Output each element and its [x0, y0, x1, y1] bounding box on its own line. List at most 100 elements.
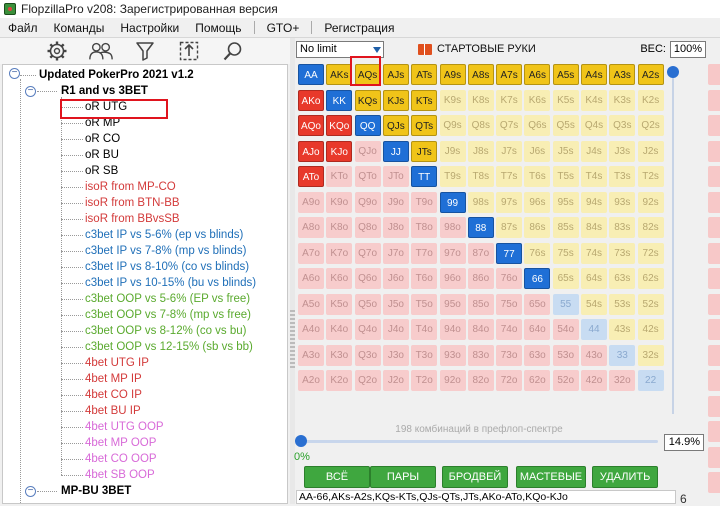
hand-cell-t3o[interactable]: T3o: [411, 344, 438, 366]
hand-cell-43o[interactable]: 43o: [581, 344, 607, 366]
hand-cell-j6o[interactable]: J6o: [382, 268, 409, 289]
tree-item[interactable]: 4bet CO OOP: [85, 451, 157, 467]
hand-cell-a4s[interactable]: A4s: [581, 64, 607, 85]
tree-item[interactable]: oR SB: [85, 163, 118, 179]
hand-cell-k8s[interactable]: K8s: [467, 89, 494, 111]
hand-cell-95o[interactable]: 95o: [439, 293, 466, 315]
weight-input[interactable]: 100%: [670, 40, 706, 58]
hand-cell-74s[interactable]: 74s: [581, 242, 607, 264]
hand-cell-96o[interactable]: 96o: [439, 268, 466, 289]
hand-cell-a6o[interactable]: A6o: [298, 268, 324, 289]
hand-cell-64s[interactable]: 64s: [581, 268, 607, 289]
hand-cell-k6s[interactable]: K6s: [524, 89, 551, 111]
hand-cell-t6o[interactable]: T6o: [411, 268, 438, 289]
hand-cell-a8o[interactable]: A8o: [298, 217, 324, 238]
hand-cell-q4o[interactable]: Q4o: [354, 319, 381, 340]
tree-item[interactable]: c3bet OOP vs 8-12% (co vs bu): [85, 323, 247, 339]
hand-cell-j8o[interactable]: J8o: [382, 217, 409, 238]
hand-cell-j5s[interactable]: J5s: [552, 140, 579, 162]
hand-cell-kts[interactable]: KTs: [411, 89, 438, 111]
hand-cell-a9s[interactable]: A9s: [439, 64, 466, 85]
hand-cell-aks[interactable]: AKs: [326, 64, 353, 85]
hand-cell-62s[interactable]: 62s: [637, 268, 664, 289]
hand-cell-a2o[interactable]: A2o: [298, 370, 324, 391]
hand-cell-k5o[interactable]: K5o: [326, 293, 353, 315]
tree-item[interactable]: 4bet UTG IP: [85, 355, 149, 371]
hand-cell-qjs[interactable]: QJs: [382, 115, 409, 136]
hand-cell-a2s[interactable]: A2s: [637, 64, 664, 85]
group-collapse-icon[interactable]: −: [25, 86, 36, 97]
hand-cell-t2o[interactable]: T2o: [411, 370, 438, 391]
hand-cell-t5s[interactable]: T5s: [552, 166, 579, 187]
hand-cell-a7o[interactable]: A7o: [298, 242, 324, 264]
hand-cell-95s[interactable]: 95s: [552, 191, 579, 213]
hand-cell-j7s[interactable]: J7s: [496, 140, 523, 162]
hand-cell-aqo[interactable]: AQo: [298, 115, 324, 136]
hand-cell-qq[interactable]: QQ: [354, 115, 381, 136]
hand-cell-92s[interactable]: 92s: [637, 191, 664, 213]
tree-item[interactable]: c3bet IP vs 10-15% (bu vs blinds): [85, 275, 256, 291]
tree-item[interactable]: oR CO: [85, 131, 120, 147]
hand-cell-55[interactable]: 55: [552, 293, 579, 315]
hand-cell-53o[interactable]: 53o: [552, 344, 579, 366]
hand-cell-a6s[interactable]: A6s: [524, 64, 551, 85]
hand-cell-32o[interactable]: 32o: [609, 370, 636, 391]
hand-cell-85s[interactable]: 85s: [552, 217, 579, 238]
hand-cell-85o[interactable]: 85o: [467, 293, 494, 315]
hand-cell-k3o[interactable]: K3o: [326, 344, 353, 366]
hand-cell-q9o[interactable]: Q9o: [354, 191, 381, 213]
hand-cell-j3s[interactable]: J3s: [609, 140, 636, 162]
hand-cell-86o[interactable]: 86o: [467, 268, 494, 289]
hand-cell-86s[interactable]: 86s: [524, 217, 551, 238]
hand-cell-k2s[interactable]: K2s: [637, 89, 664, 111]
hand-cell-a5o[interactable]: A5o: [298, 293, 324, 315]
hand-cell-t4s[interactable]: T4s: [581, 166, 607, 187]
hand-cell-a3s[interactable]: A3s: [609, 64, 636, 85]
tree-group-label[interactable]: MP-BU 3BET: [61, 483, 131, 499]
hand-cell-t8s[interactable]: T8s: [467, 166, 494, 187]
hand-cell-93o[interactable]: 93o: [439, 344, 466, 366]
tree-item[interactable]: c3bet IP vs 5-6% (ep vs blinds): [85, 227, 243, 243]
hand-cell-ato[interactable]: ATo: [298, 166, 324, 187]
scroll-knob[interactable]: [667, 66, 679, 78]
hand-cell-98s[interactable]: 98s: [467, 191, 494, 213]
tree-item[interactable]: 4bet UTG OOP: [85, 419, 164, 435]
hand-cell-qto[interactable]: QTo: [354, 166, 381, 187]
hand-cell-t6s[interactable]: T6s: [524, 166, 551, 187]
hand-cell-75o[interactable]: 75o: [496, 293, 523, 315]
tree-root-label[interactable]: Updated PokerPro 2021 v1.2: [39, 67, 194, 83]
tree-item[interactable]: 4bet CO IP: [85, 387, 142, 403]
hand-cell-k3s[interactable]: K3s: [609, 89, 636, 111]
hand-cell-84s[interactable]: 84s: [581, 217, 607, 238]
hand-cell-52o[interactable]: 52o: [552, 370, 579, 391]
users-icon[interactable]: [88, 40, 114, 62]
hand-cell-aa[interactable]: AA: [298, 64, 324, 85]
hand-cell-jto[interactable]: JTo: [382, 166, 409, 187]
hand-cell-k9s[interactable]: K9s: [439, 89, 466, 111]
hand-cell-q8o[interactable]: Q8o: [354, 217, 381, 238]
hand-cell-q9s[interactable]: Q9s: [439, 115, 466, 136]
hand-cell-ats[interactable]: ATs: [411, 64, 438, 85]
hand-cell-k7o[interactable]: K7o: [326, 242, 353, 264]
hand-cell-j9o[interactable]: J9o: [382, 191, 409, 213]
hand-cell-k5s[interactable]: K5s: [552, 89, 579, 111]
hand-cell-kto[interactable]: KTo: [326, 166, 353, 187]
hand-cell-94o[interactable]: 94o: [439, 319, 466, 340]
hand-cell-76s[interactable]: 76s: [524, 242, 551, 264]
hand-cell-j4s[interactable]: J4s: [581, 140, 607, 162]
hand-cell-j2o[interactable]: J2o: [382, 370, 409, 391]
tree-item[interactable]: c3bet IP vs 7-8% (mp vs blinds): [85, 243, 247, 259]
hand-cell-a9o[interactable]: A9o: [298, 191, 324, 213]
hand-cell-jj[interactable]: JJ: [382, 140, 409, 162]
hand-cell-a7s[interactable]: A7s: [496, 64, 523, 85]
delete-button[interactable]: УДАЛИТЬ: [592, 466, 658, 488]
tree-item[interactable]: 4bet SB OOP: [85, 467, 155, 483]
hand-cell-j3o[interactable]: J3o: [382, 344, 409, 366]
hand-cell-74o[interactable]: 74o: [496, 319, 523, 340]
menu-commands[interactable]: Команды: [46, 21, 113, 35]
hand-cell-44[interactable]: 44: [581, 319, 607, 340]
menu-file[interactable]: Файл: [0, 21, 46, 35]
hand-cell-a4o[interactable]: A4o: [298, 319, 324, 340]
hand-cell-a8s[interactable]: A8s: [467, 64, 494, 85]
hand-cell-q2s[interactable]: Q2s: [637, 115, 664, 136]
